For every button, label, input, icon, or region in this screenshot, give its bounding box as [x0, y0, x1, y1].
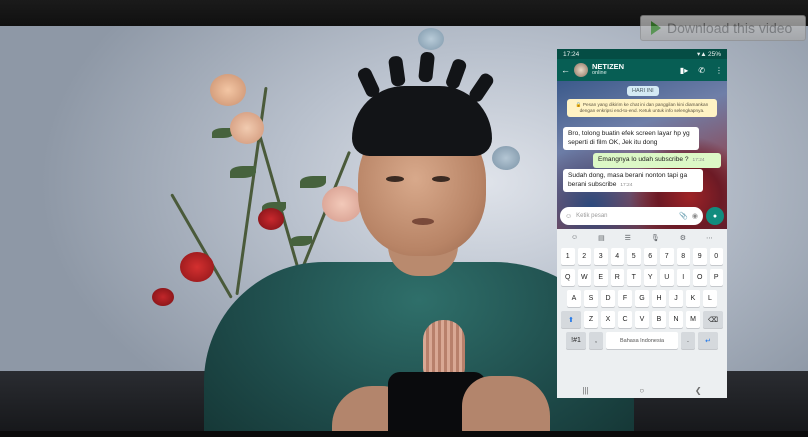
- message-bubble[interactable]: Sudah dong, masa berani nonton tapi ga b…: [563, 169, 703, 193]
- date-divider: HARI INI: [627, 86, 659, 96]
- key[interactable]: I: [676, 269, 690, 286]
- android-nav-bar: ||| ○ ❮: [557, 382, 727, 398]
- symbols-key[interactable]: !#1: [566, 332, 586, 349]
- status-icons: ▾▲ 25%: [697, 50, 721, 58]
- key[interactable]: J: [669, 290, 683, 307]
- key[interactable]: 1: [561, 248, 575, 265]
- shift-key[interactable]: ⬆: [561, 311, 581, 328]
- key[interactable]: 4: [610, 248, 624, 265]
- status-battery: 25%: [707, 51, 721, 58]
- mic-icon: ●: [712, 212, 718, 220]
- settings-icon[interactable]: ⚙: [680, 234, 686, 242]
- key[interactable]: 3: [594, 248, 608, 265]
- encryption-notice[interactable]: 🔒 Pesan yang dikirim ke chat ini dan pan…: [567, 99, 717, 117]
- voice-icon[interactable]: 🎙: [651, 234, 660, 242]
- key[interactable]: R: [610, 269, 624, 286]
- key[interactable]: V: [635, 311, 649, 328]
- emoji-icon[interactable]: ☺: [565, 213, 572, 220]
- message-time: 17:24: [620, 182, 633, 188]
- phone-call-icon[interactable]: ✆: [698, 66, 705, 75]
- chat-header: ← NETIZEN online ▮▸ ✆ ⋮: [557, 59, 727, 81]
- key[interactable]: O: [693, 269, 707, 286]
- key[interactable]: W: [577, 269, 591, 286]
- keyboard-row-zxcv: ⬆ Z X C V B N M ⌫: [561, 311, 723, 328]
- key[interactable]: 0: [709, 248, 723, 265]
- key[interactable]: K: [686, 290, 700, 307]
- enter-key[interactable]: ↵: [698, 332, 718, 349]
- message-time: 17:24: [692, 158, 705, 163]
- message-input-row: ☺ Ketik pesan 📎 ◉ ●: [560, 207, 724, 225]
- key[interactable]: 6: [643, 248, 657, 265]
- space-key[interactable]: Bahasa Indonesia: [606, 332, 678, 349]
- key[interactable]: 2: [577, 248, 591, 265]
- key[interactable]: X: [601, 311, 615, 328]
- signal-wifi-battery-icons: ▾▲: [696, 51, 708, 58]
- backspace-key[interactable]: ⌫: [703, 311, 723, 328]
- key[interactable]: A: [567, 290, 581, 307]
- attach-icon[interactable]: 📎: [679, 212, 688, 220]
- key[interactable]: Q: [561, 269, 575, 286]
- key[interactable]: 7: [660, 248, 674, 265]
- phone-status-bar: 17:24 ▾▲ 25%: [557, 49, 727, 59]
- keyboard-row-qwerty: Q W E R T Y U I O P: [561, 269, 723, 286]
- message-bubble[interactable]: Emangnya lo udah subscribe ? 17:24: [593, 153, 721, 168]
- key[interactable]: N: [669, 311, 683, 328]
- more-options-icon[interactable]: ⋮: [715, 66, 723, 75]
- period-key[interactable]: .: [681, 332, 695, 349]
- key[interactable]: E: [594, 269, 608, 286]
- key[interactable]: 5: [627, 248, 641, 265]
- message-input-placeholder: Ketik pesan: [576, 213, 608, 219]
- message-text: Emangnya lo udah subscribe ?: [598, 156, 689, 163]
- back-arrow-icon[interactable]: ←: [561, 65, 570, 75]
- keyboard-number-row: 1 2 3 4 5 6 7 8 9 0: [561, 248, 723, 265]
- key[interactable]: H: [652, 290, 666, 307]
- frame-edge: [0, 431, 808, 437]
- key[interactable]: Z: [584, 311, 598, 328]
- avatar[interactable]: [574, 63, 588, 77]
- back-icon[interactable]: ❮: [695, 386, 702, 395]
- keyboard-row-bottom: !#1 , Bahasa Indonesia . ↵: [561, 332, 723, 349]
- key[interactable]: 9: [693, 248, 707, 265]
- phone-screen-overlay: 17:24 ▾▲ 25% ← NETIZEN online ▮▸ ✆ ⋮ HAR…: [557, 49, 727, 398]
- key[interactable]: B: [652, 311, 666, 328]
- key[interactable]: F: [618, 290, 632, 307]
- key[interactable]: M: [686, 311, 700, 328]
- key[interactable]: L: [703, 290, 717, 307]
- sticker-icon[interactable]: ☺: [571, 234, 578, 241]
- play-icon: [651, 21, 661, 35]
- download-video-label: Download this video: [667, 20, 793, 36]
- key[interactable]: G: [635, 290, 649, 307]
- video-call-icon[interactable]: ▮▸: [680, 66, 688, 75]
- key[interactable]: U: [660, 269, 674, 286]
- key[interactable]: P: [709, 269, 723, 286]
- key[interactable]: D: [601, 290, 615, 307]
- keyboard-toolbar: ☺ ▤ ☰ 🎙 ⚙ ⋯: [561, 231, 723, 244]
- contact-status: online: [592, 70, 607, 77]
- more-icon[interactable]: ⋯: [706, 234, 713, 242]
- message-text: Bro, tolong buatin efek screen layar hp …: [568, 130, 690, 146]
- key[interactable]: Y: [643, 269, 657, 286]
- comma-key[interactable]: ,: [589, 332, 603, 349]
- contact-info[interactable]: NETIZEN online: [592, 63, 670, 77]
- home-icon[interactable]: ○: [639, 386, 644, 395]
- recent-apps-icon[interactable]: |||: [582, 386, 588, 395]
- key[interactable]: C: [618, 311, 632, 328]
- clipboard-icon[interactable]: ☰: [625, 234, 631, 242]
- keyboard: ☺ ▤ ☰ 🎙 ⚙ ⋯ 1 2 3 4 5 6 7 8 9 0 Q W E R …: [557, 229, 727, 398]
- gif-icon[interactable]: ▤: [598, 234, 605, 242]
- camera-icon[interactable]: ◉: [692, 212, 698, 220]
- download-video-button[interactable]: Download this video: [640, 15, 806, 41]
- message-bubble[interactable]: Bro, tolong buatin efek screen layar hp …: [563, 127, 699, 151]
- message-input[interactable]: ☺ Ketik pesan 📎 ◉: [560, 207, 703, 225]
- chat-area[interactable]: HARI INI 🔒 Pesan yang dikirim ke chat in…: [557, 81, 727, 229]
- status-time: 17:24: [563, 50, 580, 58]
- voice-record-button[interactable]: ●: [706, 207, 724, 225]
- key[interactable]: S: [584, 290, 598, 307]
- key[interactable]: T: [627, 269, 641, 286]
- key[interactable]: 8: [676, 248, 690, 265]
- keyboard-row-asdf: A S D F G H J K L: [561, 290, 723, 307]
